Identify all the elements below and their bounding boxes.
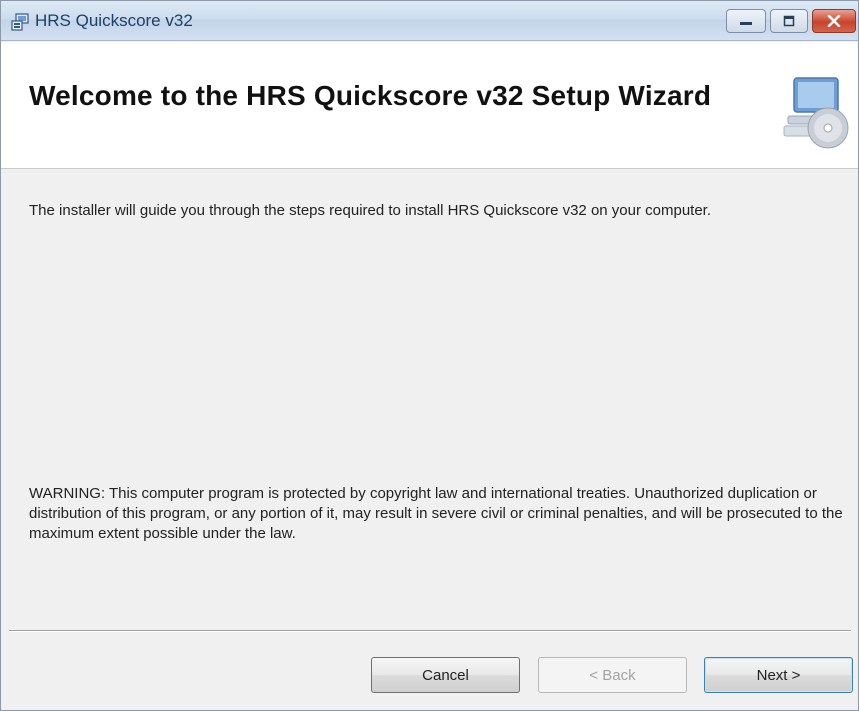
footer-divider <box>9 630 851 632</box>
caption-buttons <box>726 9 856 33</box>
setup-wizard-window: HRS Quickscore v32 Welcome to the HRS Qu… <box>0 0 859 711</box>
maximize-icon <box>783 15 795 27</box>
wizard-content: The installer will guide you through the… <box>1 170 858 630</box>
header-banner: Welcome to the HRS Quickscore v32 Setup … <box>1 42 858 169</box>
cancel-button[interactable]: Cancel <box>371 657 520 693</box>
intro-text: The installer will guide you through the… <box>29 202 712 219</box>
window-title: HRS Quickscore v32 <box>35 11 193 30</box>
maximize-button[interactable] <box>770 9 808 33</box>
close-button[interactable] <box>812 9 856 33</box>
computer-cd-icon <box>783 77 849 149</box>
title-bar[interactable]: HRS Quickscore v32 <box>1 1 858 41</box>
minimize-button[interactable] <box>726 9 766 33</box>
minimize-icon <box>740 22 752 25</box>
next-button[interactable]: Next > <box>704 657 853 693</box>
close-icon <box>827 15 841 27</box>
copyright-warning: WARNING: This computer program is protec… <box>29 485 843 542</box>
installer-icon <box>11 13 29 31</box>
page-title: Welcome to the HRS Quickscore v32 Setup … <box>29 80 712 111</box>
back-button[interactable]: < Back <box>538 657 687 693</box>
